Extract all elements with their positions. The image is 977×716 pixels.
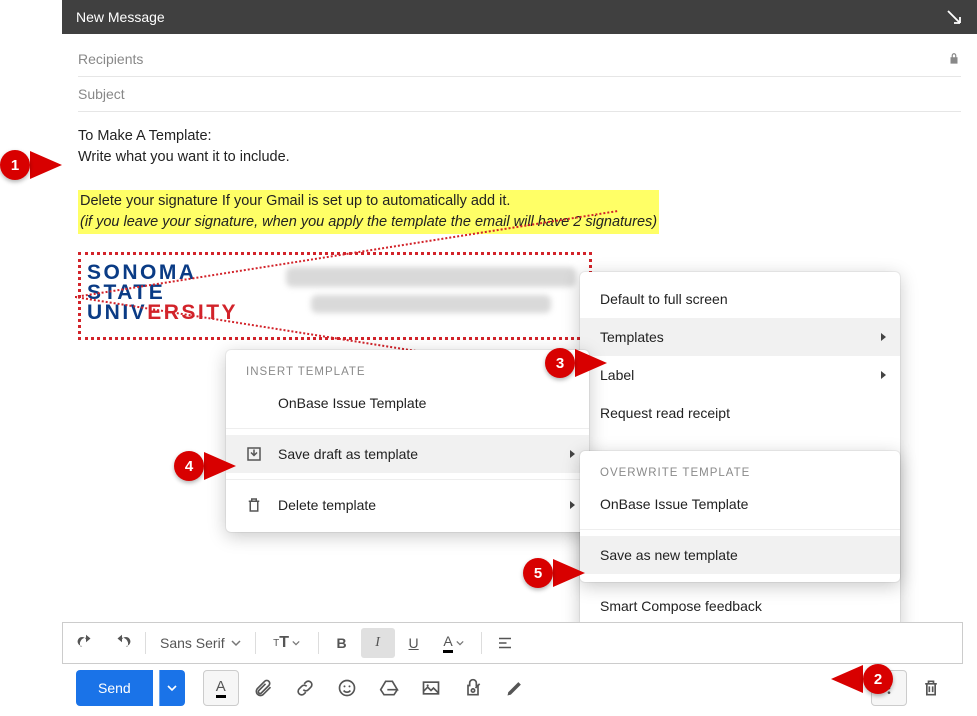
save-icon — [244, 444, 264, 464]
recipients-field[interactable]: Recipients — [78, 42, 961, 77]
insert-template-header: Insert template — [226, 358, 589, 384]
font-size-button[interactable]: TT — [262, 628, 312, 658]
bold-button[interactable]: B — [325, 628, 359, 658]
formatting-toggle[interactable]: A — [203, 670, 239, 706]
format-toolbar: Sans Serif TT B I U A — [62, 622, 963, 664]
recipients-placeholder: Recipients — [78, 51, 143, 67]
link-icon[interactable] — [287, 670, 323, 706]
delete-template[interactable]: Delete template — [226, 486, 589, 524]
menu-default-fullscreen[interactable]: Default to full screen — [580, 280, 900, 318]
emoji-icon[interactable] — [329, 670, 365, 706]
blurred-text — [311, 295, 551, 313]
signature-box: SONOMA STATE UNIVERSITY — [78, 252, 592, 340]
callout-4: 4 — [174, 451, 236, 481]
header-fields: Recipients Subject — [62, 34, 977, 112]
redo-button[interactable] — [105, 628, 139, 658]
blurred-text — [286, 267, 576, 287]
underline-button[interactable]: U — [397, 628, 431, 658]
highlighted-note: Delete your signature If your Gmail is s… — [78, 190, 659, 234]
menu-read-receipt[interactable]: Request read receipt — [580, 394, 900, 427]
italic-button[interactable]: I — [361, 628, 395, 658]
send-button[interactable]: Send — [76, 670, 153, 706]
send-toolbar: Send A — [62, 668, 963, 708]
undo-button[interactable] — [69, 628, 103, 658]
chevron-right-icon — [881, 371, 886, 379]
chevron-down-icon — [231, 638, 241, 648]
window-title: New Message — [76, 9, 165, 25]
trash-icon — [244, 495, 264, 515]
attach-icon[interactable] — [245, 670, 281, 706]
image-icon[interactable] — [413, 670, 449, 706]
confidential-icon[interactable] — [455, 670, 491, 706]
highlight-line-2: (if you leave your signature, when you a… — [80, 212, 657, 233]
chevron-right-icon — [570, 501, 575, 509]
overwrite-onbase[interactable]: OnBase Issue Template — [580, 485, 900, 523]
send-dropdown[interactable] — [159, 670, 185, 706]
text-color-button[interactable]: A — [433, 628, 475, 658]
pen-icon[interactable] — [497, 670, 533, 706]
template-onbase[interactable]: OnBase Issue Template — [226, 384, 589, 422]
subject-placeholder: Subject — [78, 86, 125, 102]
drive-icon[interactable] — [371, 670, 407, 706]
chevron-right-icon — [570, 450, 575, 458]
body-line-1: To Make A Template: — [78, 126, 961, 147]
highlight-line-1: Delete your signature If your Gmail is s… — [80, 191, 657, 212]
overwrite-header: Overwrite Template — [580, 459, 900, 485]
font-family-picker[interactable]: Sans Serif — [152, 635, 249, 651]
subject-field[interactable]: Subject — [78, 77, 961, 112]
title-bar: New Message — [62, 0, 977, 34]
save-template-submenu: Overwrite Template OnBase Issue Template… — [580, 451, 900, 582]
callout-2: 2 — [831, 664, 893, 694]
menu-templates[interactable]: Templates — [580, 318, 900, 356]
align-button[interactable] — [488, 628, 522, 658]
callout-5: 5 — [523, 558, 585, 588]
body-line-2: Write what you want it to include. — [78, 147, 961, 168]
menu-smart-compose[interactable]: Smart Compose feedback — [580, 587, 900, 625]
save-as-new-template[interactable]: Save as new template — [580, 536, 900, 574]
templates-submenu: Insert template OnBase Issue Template Sa… — [226, 350, 589, 532]
chevron-right-icon — [881, 333, 886, 341]
expand-icon[interactable] — [945, 8, 963, 26]
menu-label[interactable]: Label — [580, 356, 900, 394]
save-draft-as-template[interactable]: Save draft as template — [226, 435, 589, 473]
callout-3: 3 — [545, 348, 607, 378]
lock-icon — [947, 52, 961, 66]
discard-icon[interactable] — [913, 670, 949, 706]
callout-1: 1 — [0, 150, 62, 180]
